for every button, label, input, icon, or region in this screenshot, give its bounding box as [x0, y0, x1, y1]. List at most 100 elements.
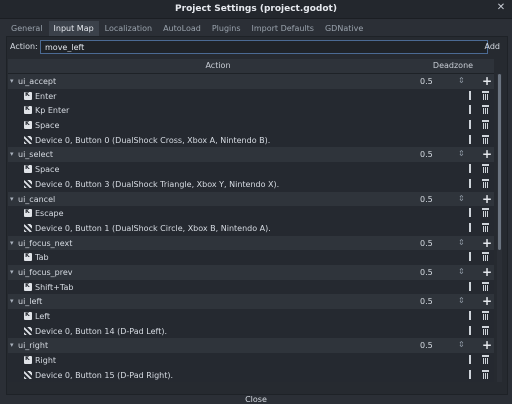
edit-event-icon[interactable]: [469, 178, 471, 188]
action-row-ui_accept[interactable]: ▾ ui_accept 0.5 ⇕ +: [8, 74, 494, 89]
tab-input-map[interactable]: Input Map: [48, 21, 99, 36]
spinner-icon[interactable]: ⇕: [458, 76, 465, 85]
add-event-icon[interactable]: +: [482, 236, 492, 250]
tab-general[interactable]: General: [6, 21, 48, 36]
trash-icon[interactable]: [482, 134, 489, 144]
trash-icon[interactable]: [482, 222, 489, 232]
action-row-ui_focus_prev[interactable]: ▾ ui_focus_prev 0.5 ⇕ +: [8, 264, 494, 280]
spinner-icon[interactable]: ⇕: [458, 296, 465, 305]
deadzone-value[interactable]: 0.5: [420, 150, 433, 159]
trash-icon[interactable]: [482, 208, 489, 218]
event-row[interactable]: Shift+Tab: [8, 279, 494, 295]
event-row[interactable]: Left: [8, 309, 494, 324]
trash-icon[interactable]: [482, 120, 489, 130]
vertical-scrollbar[interactable]: [497, 74, 502, 382]
action-row-ui_left[interactable]: ▾ ui_left 0.5 ⇕ +: [8, 294, 494, 309]
event-row[interactable]: Device 0, Button 15 (D-Pad Right).: [8, 367, 494, 382]
edit-event-icon[interactable]: [469, 120, 471, 130]
event-row[interactable]: Device 0, Button 14 (D-Pad Left).: [8, 323, 494, 339]
event-row[interactable]: Escape: [8, 206, 494, 221]
collapse-icon[interactable]: ▾: [10, 239, 14, 247]
edit-event-icon[interactable]: [469, 325, 471, 335]
collapse-icon[interactable]: ▾: [10, 195, 14, 203]
deadzone-value[interactable]: 0.5: [420, 297, 433, 306]
deadzone-value[interactable]: 0.5: [420, 268, 433, 277]
spinner-icon[interactable]: ⇕: [458, 267, 465, 276]
trash-icon[interactable]: [482, 90, 489, 100]
tab-gdnative[interactable]: GDNative: [319, 21, 369, 36]
tab-plugins[interactable]: Plugins: [206, 21, 246, 36]
edit-event-icon[interactable]: [469, 90, 471, 100]
event-row[interactable]: Kp Enter: [8, 103, 494, 119]
trash-icon[interactable]: [482, 252, 489, 262]
add-event-icon[interactable]: +: [482, 338, 492, 352]
event-label: Shift+Tab: [35, 282, 74, 292]
event-row[interactable]: Right: [8, 353, 494, 368]
tab-localization[interactable]: Localization: [99, 21, 158, 36]
edit-event-icon[interactable]: [469, 105, 471, 115]
edit-event-icon[interactable]: [469, 369, 471, 379]
spinner-icon[interactable]: ⇕: [458, 149, 465, 158]
trash-icon[interactable]: [482, 164, 489, 174]
spinner-icon[interactable]: ⇕: [458, 194, 465, 203]
trash-icon[interactable]: [482, 369, 489, 379]
event-row[interactable]: Device 0, Button 0 (DualShock Cross, Xbo…: [8, 132, 494, 148]
deadzone-value[interactable]: 0.5: [420, 239, 433, 248]
trash-icon[interactable]: [482, 178, 489, 188]
action-name: ui_accept: [18, 77, 57, 86]
trash-icon[interactable]: [482, 281, 489, 291]
deadzone-value[interactable]: 0.5: [420, 195, 433, 204]
collapse-icon[interactable]: ▾: [10, 297, 14, 305]
event-row[interactable]: Enter: [8, 88, 494, 104]
event-row[interactable]: Device 0, Button 3 (DualShock Triangle, …: [8, 176, 494, 192]
action-row-ui_select[interactable]: ▾ ui_select 0.5 ⇕ +: [8, 147, 494, 163]
trash-icon[interactable]: [482, 355, 489, 365]
collapse-icon[interactable]: ▾: [10, 268, 14, 276]
trash-icon[interactable]: [482, 325, 489, 335]
event-label: Escape: [35, 209, 64, 219]
add-event-icon[interactable]: +: [482, 147, 492, 161]
collapse-icon[interactable]: ▾: [10, 150, 14, 158]
edit-event-icon[interactable]: [469, 281, 471, 291]
collapse-icon[interactable]: ▾: [10, 341, 14, 349]
edit-event-icon[interactable]: [469, 222, 471, 232]
edit-event-icon[interactable]: [469, 311, 471, 320]
table-header: Action Deadzone: [8, 59, 494, 74]
action-row-ui_focus_next[interactable]: ▾ ui_focus_next 0.5 ⇕ +: [8, 235, 494, 251]
close-button[interactable]: Close: [0, 395, 512, 404]
add-event-icon[interactable]: +: [482, 294, 492, 308]
tab-import-defaults[interactable]: Import Defaults: [246, 21, 319, 36]
trash-icon[interactable]: [482, 105, 489, 115]
trash-icon[interactable]: [482, 311, 489, 320]
event-label: Device 0, Button 0 (DualShock Cross, Xbo…: [35, 135, 271, 145]
deadzone-value[interactable]: 0.5: [420, 77, 433, 86]
action-name-input[interactable]: [40, 40, 488, 54]
scrollbar-thumb[interactable]: [498, 74, 501, 250]
add-button[interactable]: Add: [485, 42, 501, 51]
spinner-icon[interactable]: ⇕: [458, 340, 465, 349]
action-list: ▾ ui_accept 0.5 ⇕ + Enter Kp Enter Space Device …: [8, 74, 494, 382]
add-event-icon[interactable]: +: [482, 74, 492, 88]
tab-autoload[interactable]: AutoLoad: [158, 21, 206, 36]
add-event-icon[interactable]: +: [482, 265, 492, 279]
collapse-icon[interactable]: ▾: [10, 77, 14, 85]
action-name: ui_cancel: [18, 194, 56, 204]
deadzone-value[interactable]: 0.5: [420, 341, 433, 350]
action-row-ui_right[interactable]: ▾ ui_right 0.5 ⇕ +: [8, 338, 494, 354]
spinner-icon[interactable]: ⇕: [458, 238, 465, 247]
action-row-ui_cancel[interactable]: ▾ ui_cancel 0.5 ⇕ +: [8, 191, 494, 207]
event-row[interactable]: Space: [8, 118, 494, 133]
edit-event-icon[interactable]: [469, 355, 471, 365]
column-header-deadzone: Deadzone: [432, 61, 474, 70]
action-name: ui_right: [18, 341, 49, 351]
event-row[interactable]: Device 0, Button 1 (DualShock Circle, Xb…: [8, 220, 494, 236]
edit-event-icon[interactable]: [469, 252, 471, 262]
edit-event-icon[interactable]: [469, 208, 471, 218]
event-label: Device 0, Button 15 (D-Pad Right).: [35, 370, 174, 380]
edit-event-icon[interactable]: [469, 134, 471, 144]
event-row[interactable]: Space: [8, 162, 494, 177]
event-row[interactable]: Tab: [8, 250, 494, 265]
close-icon[interactable]: ✕: [496, 3, 506, 13]
edit-event-icon[interactable]: [469, 164, 471, 174]
add-event-icon[interactable]: +: [482, 192, 492, 206]
